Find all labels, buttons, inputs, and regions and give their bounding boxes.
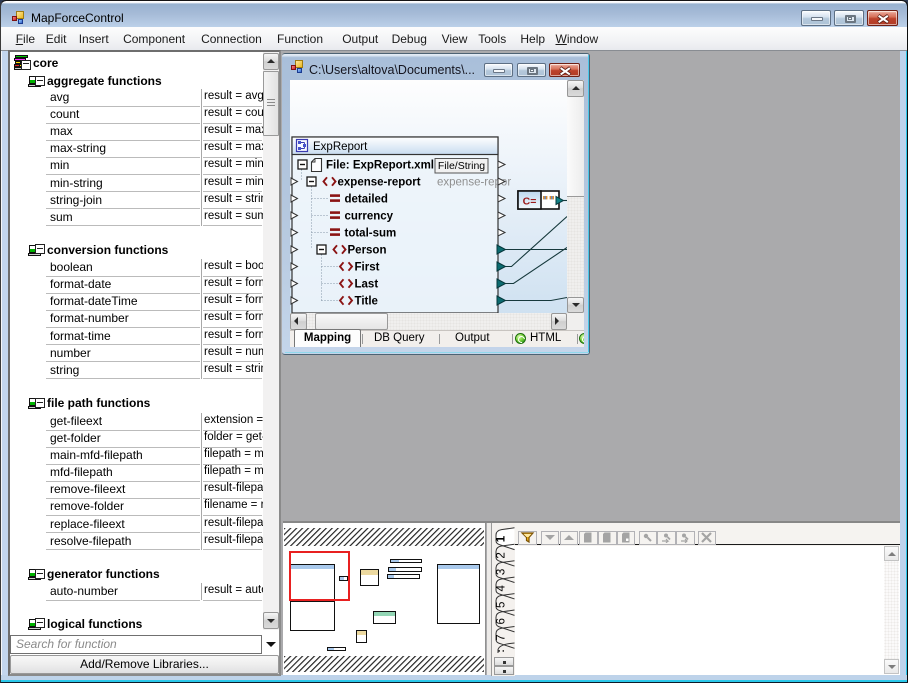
- svg-text:ExpReport: ExpReport: [313, 141, 368, 153]
- svg-text:C=: C=: [523, 196, 537, 208]
- svg-text:7: 7: [496, 634, 508, 640]
- svg-text:Title: Title: [355, 296, 378, 308]
- svg-text:Person: Person: [348, 245, 387, 257]
- svg-text:currency: currency: [345, 211, 394, 223]
- svg-text:4: 4: [496, 584, 508, 591]
- svg-text:Last: Last: [355, 279, 379, 291]
- svg-text:2: 2: [496, 552, 508, 558]
- svg-text:First: First: [355, 262, 380, 274]
- svg-text:1: 1: [496, 535, 508, 542]
- svg-text:expense-report: expense-report: [338, 177, 421, 189]
- svg-text:File/String: File/String: [438, 160, 485, 172]
- svg-text:6: 6: [496, 618, 508, 624]
- svg-text:total-sum: total-sum: [345, 228, 397, 240]
- svg-text:detailed: detailed: [345, 194, 388, 206]
- svg-text:File: ExpReport.xml: File: ExpReport.xml: [326, 160, 434, 172]
- svg-text:5: 5: [496, 601, 508, 607]
- svg-text:3: 3: [496, 568, 508, 574]
- svg-text::: :: [496, 649, 507, 652]
